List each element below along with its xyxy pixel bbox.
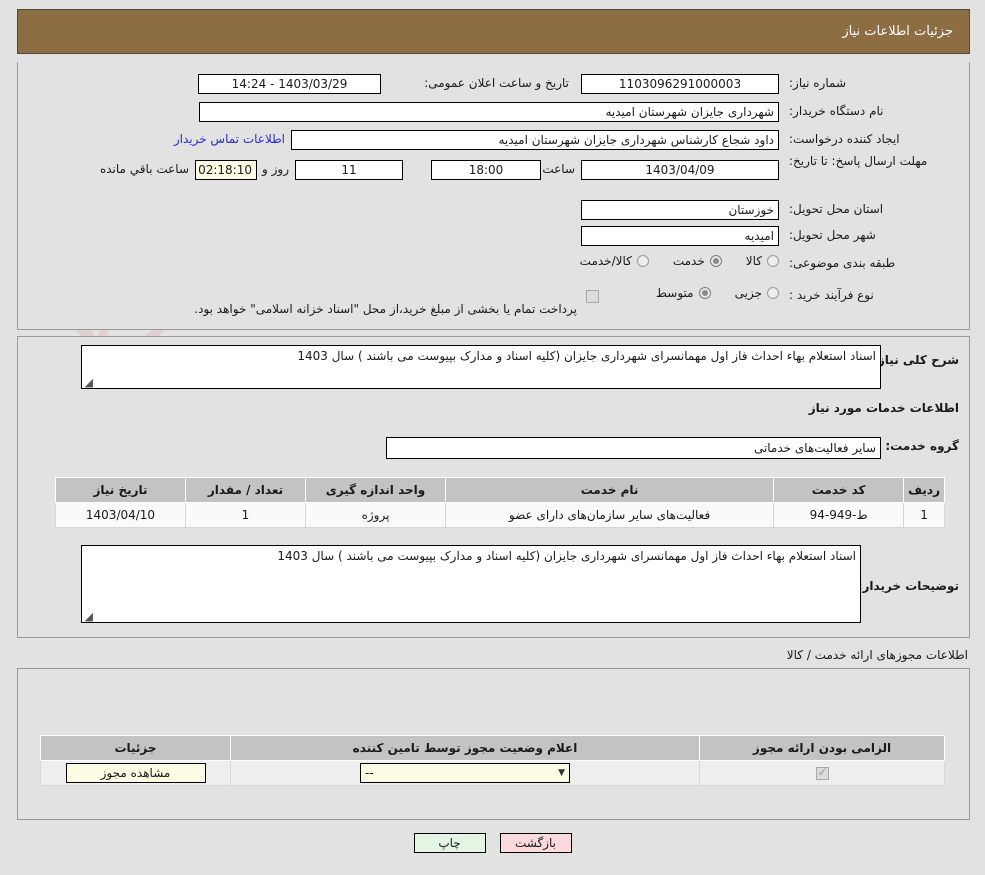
radio-option-khedmat[interactable]: خدمت [673,254,722,268]
need-info-panel: شماره نیاز: 1103096291000003 تاریخ و ساع… [17,62,970,330]
countdown-timer: 02:18:10 [195,160,257,180]
col-index: ردیف [903,477,945,503]
services-table: ردیف کد خدمت نام خدمت واحد اندازه گیری ت… [55,477,945,528]
radio-label: کالا [745,254,762,268]
city-label: شهر محل تحویل: [789,228,876,242]
radio-option-jozii[interactable]: جزیی [735,286,779,300]
radio-option-motavaset[interactable]: متوسط [656,286,711,300]
announce-datetime-label: تاریخ و ساعت اعلان عمومی: [424,76,569,90]
back-button[interactable]: بازگشت [499,833,572,853]
col-quantity: تعداد / مقدار [185,477,306,503]
purchase-type-label: نوع فرآیند خرید : [789,288,874,302]
hour-label: ساعت [542,162,575,176]
cell-unit: پروژه [305,502,446,528]
page-title: جزئیات اطلاعات نیاز [842,24,953,39]
classification-label: طبقه بندی موضوعی: [789,256,896,270]
cell-date: 1403/04/10 [55,502,186,528]
classification-radio-group: کالا خدمت کالا/خدمت [556,254,779,268]
cell-index: 1 [903,502,945,528]
radio-option-kala-khedmat[interactable]: کالا/خدمت [580,254,649,268]
cell-status: ▼ -- [230,760,700,786]
deadline-time: 18:00 [431,160,541,180]
cell-name: فعالیت‌های سایر سازمان‌های دارای عضو [444,502,775,528]
summary-textarea[interactable]: اسناد استعلام بهاء احداث فاز اول مهمانسر… [81,345,881,389]
resize-grip-icon[interactable]: ◢ [84,377,93,388]
summary-text: اسناد استعلام بهاء احداث فاز اول مهمانسر… [297,349,876,363]
creator-value: داود شجاع کارشناس شهرداری جایزان شهرستان… [291,130,779,150]
footer-actions: بازگشت چاپ [0,833,985,853]
permits-table: الزامی بودن ارائه مجوز اعلام وضعیت مجوز … [40,735,945,786]
creator-label: ایجاد کننده درخواست: [789,132,900,146]
col-details: جزئیات [40,735,231,761]
buyer-notes-textarea[interactable]: اسناد استعلام بهاء احداث فاز اول مهمانسر… [81,545,861,623]
radio-label: کالا/خدمت [579,254,632,268]
service-group-value: سایر فعالیت‌های خدماتی [386,437,881,459]
table-header-row: ردیف کد خدمت نام خدمت واحد اندازه گیری ت… [55,477,945,503]
need-number-value: 1103096291000003 [581,74,779,94]
col-name: نام خدمت [444,477,775,503]
permits-panel: الزامی بودن ارائه مجوز اعلام وضعیت مجوز … [17,668,970,820]
radio-option-kala[interactable]: کالا [746,254,779,268]
col-required: الزامی بودن ارائه مجوز [699,735,945,761]
details-panel: شرح کلی نیاز: اسناد استعلام بهاء احداث ف… [17,336,970,638]
cell-code: ط-949-94 [773,502,905,528]
services-section-title: اطلاعات خدمات مورد نیاز [808,401,959,415]
deadline-date: 1403/04/09 [581,160,779,180]
treasury-checkbox[interactable] [586,290,599,303]
chevron-down-icon: ▼ [558,768,565,778]
radio-icon-selected[interactable] [698,287,711,299]
permits-table-wrapper: الزامی بودن ارائه مجوز اعلام وضعیت مجوز … [40,735,945,786]
buyer-notes-label: توضیحات خریدار: [857,579,959,593]
radio-icon-selected[interactable] [709,255,722,267]
cell-required [699,760,945,786]
permit-required-checkbox [815,765,829,780]
cell-quantity: 1 [185,502,306,528]
radio-icon[interactable] [767,255,779,267]
cell-details: مشاهده مجوز [40,760,231,786]
col-date: تاریخ نیاز [55,477,186,503]
permit-status-select[interactable]: ▼ -- [360,763,570,783]
days-word-label: روز و [262,162,289,176]
resize-grip-icon[interactable]: ◢ [84,611,93,622]
table-header-row: الزامی بودن ارائه مجوز اعلام وضعیت مجوز … [40,735,945,761]
radio-label: جزیی [734,286,762,300]
province-label: استان محل تحویل: [789,202,884,216]
service-group-label: گروه خدمت: [885,439,959,453]
print-button[interactable]: چاپ [413,833,486,853]
need-number-label: شماره نیاز: [789,76,846,90]
col-status: اعلام وضعیت مجوز توسط تامین کننده [230,735,700,761]
radio-icon[interactable] [767,287,779,299]
buyer-org-value: شهرداری جایزان شهرستان امیدیه [199,102,779,122]
buyer-org-label: نام دستگاه خریدار: [789,104,884,118]
days-remaining: 11 [295,160,403,180]
buyer-contact-link[interactable]: اطلاعات تماس خریدار [174,132,285,146]
col-code: کد خدمت [773,477,905,503]
header-bar: جزئیات اطلاعات نیاز [17,9,970,54]
city-value: امیدیه [581,226,779,246]
treasury-note: پرداخت تمام یا بخشی از مبلغ خرید،از محل … [194,302,577,316]
province-value: خوزستان [581,200,779,220]
table-row: 1 ط-949-94 فعالیت‌های سایر سازمان‌های دا… [55,502,945,528]
summary-label: شرح کلی نیاز: [873,353,959,367]
col-unit: واحد اندازه گیری [305,477,446,503]
permit-status-value: -- [365,766,374,780]
radio-icon[interactable] [636,255,649,267]
services-table-wrapper: ردیف کد خدمت نام خدمت واحد اندازه گیری ت… [55,477,945,528]
radio-label: متوسط [655,286,694,300]
page-root: V AriaTender.net جزئیات اطلاعات نیاز شما… [0,0,985,875]
view-permit-button[interactable]: مشاهده مجوز [65,763,206,783]
deadline-label: مهلت ارسال پاسخ: تا تاریخ: [789,154,928,168]
radio-label: خدمت [672,254,705,268]
remaining-suffix-label: ساعت باقي مانده [99,162,189,176]
purchase-type-radio-group: جزیی متوسط [632,286,779,300]
table-row: ▼ -- مشاهده مجوز [40,760,945,786]
announce-datetime-value: 1403/03/29 - 14:24 [198,74,381,94]
buyer-notes-text: اسناد استعلام بهاء احداث فاز اول مهمانسر… [277,549,856,563]
permits-section-title: اطلاعات مجوزهای ارائه خدمت / کالا [786,648,968,662]
